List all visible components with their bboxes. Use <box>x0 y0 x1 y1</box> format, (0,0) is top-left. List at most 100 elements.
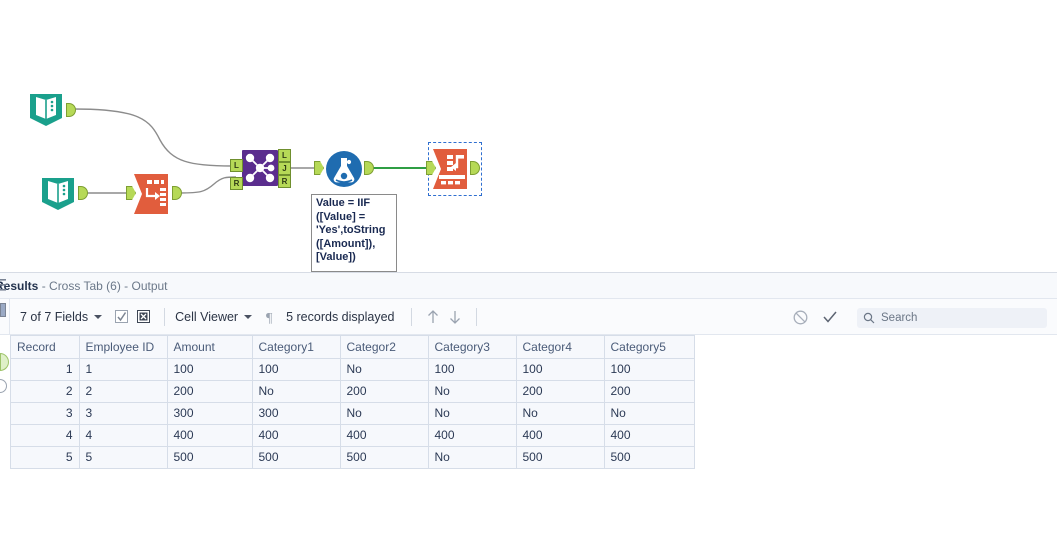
table-cell[interactable]: No <box>604 402 695 425</box>
table-cell[interactable]: 400 <box>428 424 517 447</box>
pilcrow-button[interactable]: ¶ <box>260 299 282 335</box>
join-input-anchor-l[interactable]: L <box>230 159 243 172</box>
toolbar-right-icons <box>789 299 841 335</box>
left-edge-fragment-circle <box>0 379 7 393</box>
chevron-down-icon <box>94 314 103 319</box>
tool-formula[interactable] <box>314 149 374 194</box>
tool-input-data-2[interactable] <box>38 174 88 219</box>
arrow-up-icon <box>427 309 438 323</box>
output-anchor[interactable] <box>78 186 88 200</box>
table-cell[interactable]: No <box>340 402 429 425</box>
table-header-categor4[interactable]: Categor4 <box>516 336 605 359</box>
table-cell[interactable]: 100 <box>167 358 253 381</box>
app-window: L R L J R Value = IIF ([Value] = 'Yes',t… <box>0 0 1057 545</box>
tool-cross-tab[interactable] <box>426 148 480 195</box>
table-cell[interactable]: No <box>428 402 517 425</box>
scroll-down-button[interactable] <box>444 299 466 335</box>
table-cell[interactable]: 400 <box>167 424 253 447</box>
results-table[interactable]: Record Employee ID Amount Category1 Categor2… <box>10 335 695 469</box>
tool-input-data-1[interactable] <box>26 90 76 135</box>
toolbar-divider-2 <box>410 307 412 326</box>
scroll-up-button[interactable] <box>422 299 444 335</box>
table-cell[interactable]: No <box>428 446 517 469</box>
table-row[interactable]: 5 5 500 500 500 No 500 500 <box>11 446 695 469</box>
table-cell[interactable]: 5 <box>11 446 80 469</box>
workflow-canvas[interactable]: L R L J R Value = IIF ([Value] = 'Yes',t… <box>0 0 1057 272</box>
table-cell[interactable]: No <box>252 380 341 403</box>
table-header-category3[interactable]: Category3 <box>428 336 517 359</box>
table-row[interactable]: 2 2 200 No 200 No 200 200 <box>11 380 695 403</box>
table-row[interactable]: 4 4 400 400 400 400 400 400 <box>11 424 695 447</box>
table-body: 1 1 100 100 No 100 100 100 2 2 200 No 200 No 200 200 3 3 3… <box>11 358 695 469</box>
table-cell[interactable]: 400 <box>516 424 605 447</box>
table-header-categor2[interactable]: Categor2 <box>340 336 429 359</box>
table-cell[interactable]: 5 <box>79 446 168 469</box>
transpose-icon <box>134 174 168 214</box>
input-anchor[interactable] <box>314 161 324 175</box>
table-cell[interactable]: 3 <box>11 402 80 425</box>
formula-icon <box>326 151 362 187</box>
table-cell[interactable]: 100 <box>516 358 605 381</box>
fields-dropdown[interactable]: 7 of 7 Fields <box>10 299 110 335</box>
table-cell[interactable]: 4 <box>11 424 80 447</box>
table-cell[interactable]: 400 <box>252 424 341 447</box>
table-cell[interactable]: 500 <box>516 446 605 469</box>
tool-transpose[interactable] <box>126 172 182 221</box>
table-cell[interactable]: 300 <box>167 402 253 425</box>
output-anchor[interactable] <box>66 103 76 117</box>
table-cell[interactable]: 400 <box>604 424 695 447</box>
results-source-label: - Cross Tab (6) - Output <box>38 279 168 293</box>
join-output-anchor-r[interactable]: R <box>278 175 291 188</box>
toolbar-divider-3 <box>475 307 477 326</box>
table-row[interactable]: 3 3 300 300 No No No No <box>11 402 695 425</box>
table-header-category5[interactable]: Category5 <box>604 336 695 359</box>
table-cell[interactable]: 200 <box>167 380 253 403</box>
table-cell[interactable]: 2 <box>11 380 80 403</box>
table-cell[interactable]: 100 <box>604 358 695 381</box>
results-title-bar: Results - Cross Tab (6) - Output <box>0 273 1057 299</box>
table-cell[interactable]: No <box>340 358 429 381</box>
arrow-down-icon <box>449 310 460 324</box>
output-anchor[interactable] <box>172 186 182 200</box>
table-cell[interactable]: 500 <box>252 446 341 469</box>
table-cell[interactable]: 1 <box>79 358 168 381</box>
table-header-category1[interactable]: Category1 <box>252 336 341 359</box>
hamburger-fragment-icon <box>0 279 6 291</box>
cell-viewer-dropdown[interactable]: Cell Viewer <box>175 299 260 335</box>
join-output-anchor-l[interactable]: L <box>278 149 291 162</box>
table-header-amount[interactable]: Amount <box>167 336 253 359</box>
table-cell[interactable]: 400 <box>340 424 429 447</box>
table-cell[interactable]: 500 <box>167 446 253 469</box>
pilcrow-icon: ¶ <box>266 311 273 324</box>
search-input[interactable]: Search <box>857 308 1047 328</box>
table-cell[interactable]: 4 <box>79 424 168 447</box>
apply-filter-button[interactable] <box>819 299 841 335</box>
tool-join[interactable]: L R L J R <box>230 148 291 193</box>
table-cell[interactable]: 500 <box>604 446 695 469</box>
table-row[interactable]: 1 1 100 100 No 100 100 100 <box>11 358 695 381</box>
table-cell[interactable]: 100 <box>252 358 341 381</box>
table-cell[interactable]: No <box>516 402 605 425</box>
block-filter-button[interactable] <box>789 299 811 335</box>
table-header-record[interactable]: Record <box>11 336 80 359</box>
deselect-all-fields-button[interactable] <box>132 299 154 335</box>
table-cell[interactable]: 200 <box>604 380 695 403</box>
table-cell[interactable]: 300 <box>252 402 341 425</box>
table-cell[interactable]: 500 <box>340 446 429 469</box>
select-all-fields-button[interactable] <box>110 299 132 335</box>
table-cell[interactable]: 1 <box>11 358 80 381</box>
join-input-anchor-r[interactable]: R <box>230 177 243 190</box>
fields-dropdown-label: 7 of 7 Fields <box>20 309 89 324</box>
table-header-employee-id[interactable]: Employee ID <box>79 336 168 359</box>
table-cell[interactable]: 200 <box>516 380 605 403</box>
table-cell[interactable]: No <box>428 380 517 403</box>
table-cell[interactable]: 3 <box>79 402 168 425</box>
table-cell[interactable]: 200 <box>340 380 429 403</box>
left-edge-fragment-icon <box>0 303 6 317</box>
output-anchor[interactable] <box>364 161 374 175</box>
join-output-anchor-j[interactable]: J <box>278 162 291 175</box>
input-data-icon <box>42 178 74 210</box>
checkbox-x-icon <box>136 310 150 323</box>
table-cell[interactable]: 2 <box>79 380 168 403</box>
table-cell[interactable]: 100 <box>428 358 517 381</box>
